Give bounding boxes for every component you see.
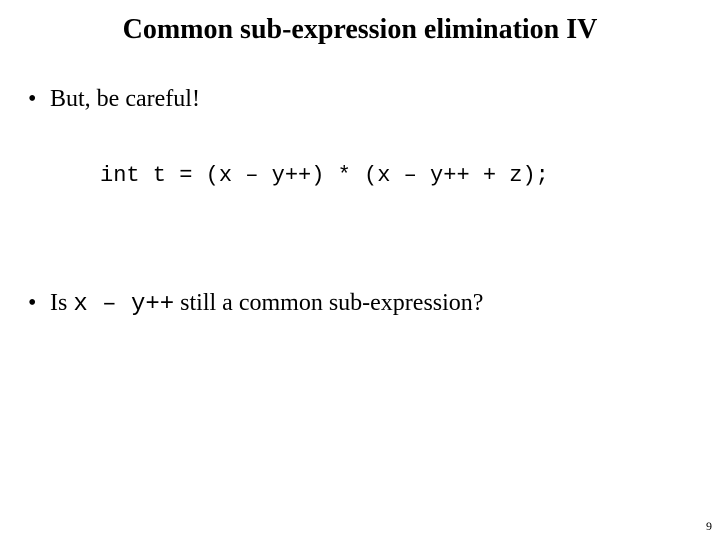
- code-line: int t = (x – y++) * (x – y++ + z);: [100, 163, 549, 188]
- slide: Common sub-expression elimination IV • B…: [0, 0, 720, 540]
- bullet-dot-icon: •: [28, 86, 50, 113]
- bullet-2-post: still a common sub-expression?: [174, 290, 483, 316]
- bullet-2: • Is x – y++ still a common sub-expressi…: [28, 290, 483, 318]
- page-number: 9: [706, 519, 712, 534]
- slide-title: Common sub-expression elimination IV: [0, 14, 720, 46]
- bullet-1: • But, be careful!: [28, 86, 200, 113]
- bullet-2-text: Is x – y++ still a common sub-expression…: [50, 290, 483, 318]
- bullet-2-pre: Is: [50, 290, 73, 316]
- bullet-1-text: But, be careful!: [50, 86, 200, 113]
- bullet-2-code: x – y++: [73, 291, 174, 318]
- bullet-dot-icon: •: [28, 290, 50, 317]
